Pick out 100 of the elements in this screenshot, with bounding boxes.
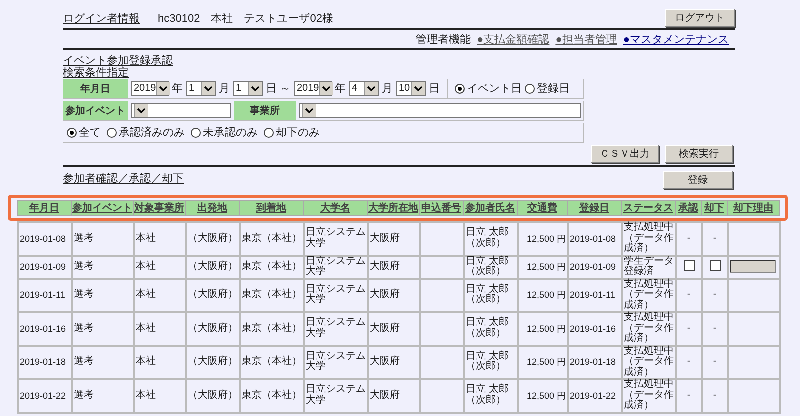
- table-cell: -: [713, 390, 717, 400]
- table-cell: 大阪府: [370, 260, 400, 272]
- admin-link[interactable]: ●担当者管理: [556, 32, 618, 46]
- select-field[interactable]: [131, 103, 231, 118]
- table-cell: 大阪府: [370, 356, 400, 367]
- radio-icon[interactable]: [525, 84, 535, 94]
- search-button[interactable]: 検索実行: [665, 145, 733, 163]
- column-header: 参加者氏名: [464, 200, 518, 216]
- table-cell: （大阪府）: [188, 322, 238, 334]
- radio-icon[interactable]: [455, 84, 465, 94]
- table-cell: 12,500 円: [526, 262, 566, 272]
- radio-icon[interactable]: [264, 128, 274, 138]
- select-field[interactable]: 1: [186, 81, 216, 96]
- table-cell: 東京（本社）: [242, 289, 302, 300]
- unit-label: 日: [429, 82, 440, 96]
- chevron-down-icon: [302, 104, 316, 117]
- table-cell: 選考: [74, 322, 94, 334]
- table-cell: 選考: [74, 289, 94, 300]
- table-cell: 12,500 円: [526, 290, 566, 300]
- table-cell: -: [687, 322, 691, 334]
- select-field[interactable]: 2019: [294, 81, 332, 96]
- section-title[interactable]: 参加者確認／承認／却下: [63, 171, 184, 186]
- select-field[interactable]: [299, 103, 581, 118]
- column-header: 参加イベント: [72, 200, 134, 216]
- column-header: 対象事業所: [134, 200, 186, 216]
- table-cell: 選考: [74, 390, 94, 400]
- table-cell: -: [687, 390, 691, 400]
- table-cell: -: [687, 289, 691, 300]
- radio-option[interactable]: イベント日: [455, 81, 522, 96]
- table-cell: 支払処理中（データ作成済）: [624, 278, 674, 310]
- table-cell: 大阪府: [370, 322, 400, 334]
- table-cell: 本社: [136, 289, 156, 300]
- table-cell: （大阪府）: [188, 260, 238, 272]
- column-header: 却下理由: [728, 200, 780, 216]
- chevron-down-icon: [201, 82, 215, 95]
- table-cell: -: [687, 232, 691, 244]
- select-field[interactable]: 10: [396, 81, 426, 96]
- radio-icon[interactable]: [191, 128, 201, 138]
- table-cell: 日立 太郎（次郎）: [466, 384, 509, 406]
- table-cell: 2019-01-16: [570, 324, 616, 334]
- table-cell: 日立システム大学: [306, 317, 366, 339]
- page-title[interactable]: イベント参加登録承認: [63, 55, 173, 67]
- column-header: 到着地: [240, 200, 304, 216]
- csv-export-button[interactable]: ＣＳＶ出力: [591, 145, 659, 163]
- column-header: 大学名: [304, 200, 368, 216]
- radio-option[interactable]: 全て: [67, 125, 101, 140]
- admin-label: 管理者機能: [416, 32, 472, 46]
- reject-checkbox[interactable]: [710, 260, 720, 271]
- logout-button[interactable]: ログアウト: [665, 9, 735, 27]
- table-cell: 2019-01-18: [20, 357, 66, 367]
- table-cell: 12,500 円: [526, 357, 566, 367]
- radio-icon[interactable]: [107, 128, 117, 138]
- table-cell: 大阪府: [370, 232, 400, 244]
- table-cell: 2019-01-08: [570, 234, 616, 244]
- table-cell: 日立システム大学: [306, 227, 366, 249]
- table-cell: 2019-01-09: [20, 262, 66, 272]
- register-button[interactable]: 登録: [663, 171, 733, 189]
- table-cell: 支払処理中（データ作成済）: [624, 379, 674, 411]
- radio-option[interactable]: 登録日: [525, 81, 570, 96]
- select-field[interactable]: 2019: [131, 81, 169, 96]
- chevron-down-icon: [411, 82, 425, 95]
- table-cell: 日立システム大学: [306, 256, 366, 277]
- range-separator: ～: [280, 82, 291, 96]
- radio-option[interactable]: 未承認のみ: [191, 125, 258, 140]
- admin-link[interactable]: ●マスタメンテナンス: [623, 32, 729, 46]
- table-cell: 支払処理中（データ作成済）: [624, 222, 674, 254]
- table-cell: 日立システム大学: [306, 384, 366, 406]
- select-field[interactable]: 1: [233, 81, 263, 96]
- table-cell: 日立システム大学: [306, 284, 366, 306]
- unit-label: 月: [219, 82, 230, 96]
- table-cell: 日立 太郎（次郎）: [466, 350, 509, 372]
- table-cell: 支払処理中（データ作成済）: [624, 312, 674, 344]
- column-header: 却下: [702, 200, 728, 216]
- radio-option[interactable]: 却下のみ: [264, 125, 320, 140]
- radio-label: 登録日: [537, 82, 570, 96]
- approve-checkbox[interactable]: [684, 260, 694, 271]
- field-label: 年月日: [63, 79, 128, 98]
- table-cell: 2019-01-16: [20, 324, 66, 334]
- reason-field[interactable]: [730, 260, 776, 273]
- table-cell: 支払処理中（データ作成済）: [624, 346, 674, 378]
- table-cell: 東京（本社）: [242, 356, 302, 367]
- radio-icon[interactable]: [67, 128, 77, 138]
- radio-label: 全て: [79, 126, 101, 140]
- radio-label: 承認済みのみ: [119, 126, 185, 140]
- user-info: hc30102 本社 テストユーザ02様: [158, 12, 334, 26]
- table-cell: （大阪府）: [188, 356, 238, 367]
- chevron-down-icon: [364, 82, 378, 95]
- search-title[interactable]: 検索条件指定: [63, 67, 129, 79]
- radio-option[interactable]: 承認済みのみ: [107, 125, 185, 140]
- column-header: 登録日: [568, 200, 622, 216]
- unit-label: 月: [382, 82, 393, 96]
- table-cell: 東京（本社）: [242, 390, 302, 400]
- admin-link[interactable]: ●支払金額確認: [477, 32, 550, 46]
- table-cell: 東京（本社）: [242, 260, 302, 272]
- field-label: 事業所: [234, 101, 296, 120]
- select-field[interactable]: 4: [349, 81, 379, 96]
- table-cell: 12,500 円: [526, 234, 566, 244]
- login-info-link[interactable]: ログイン者情報: [63, 10, 140, 26]
- table-cell: -: [687, 356, 691, 367]
- radio-label: イベント日: [467, 82, 522, 96]
